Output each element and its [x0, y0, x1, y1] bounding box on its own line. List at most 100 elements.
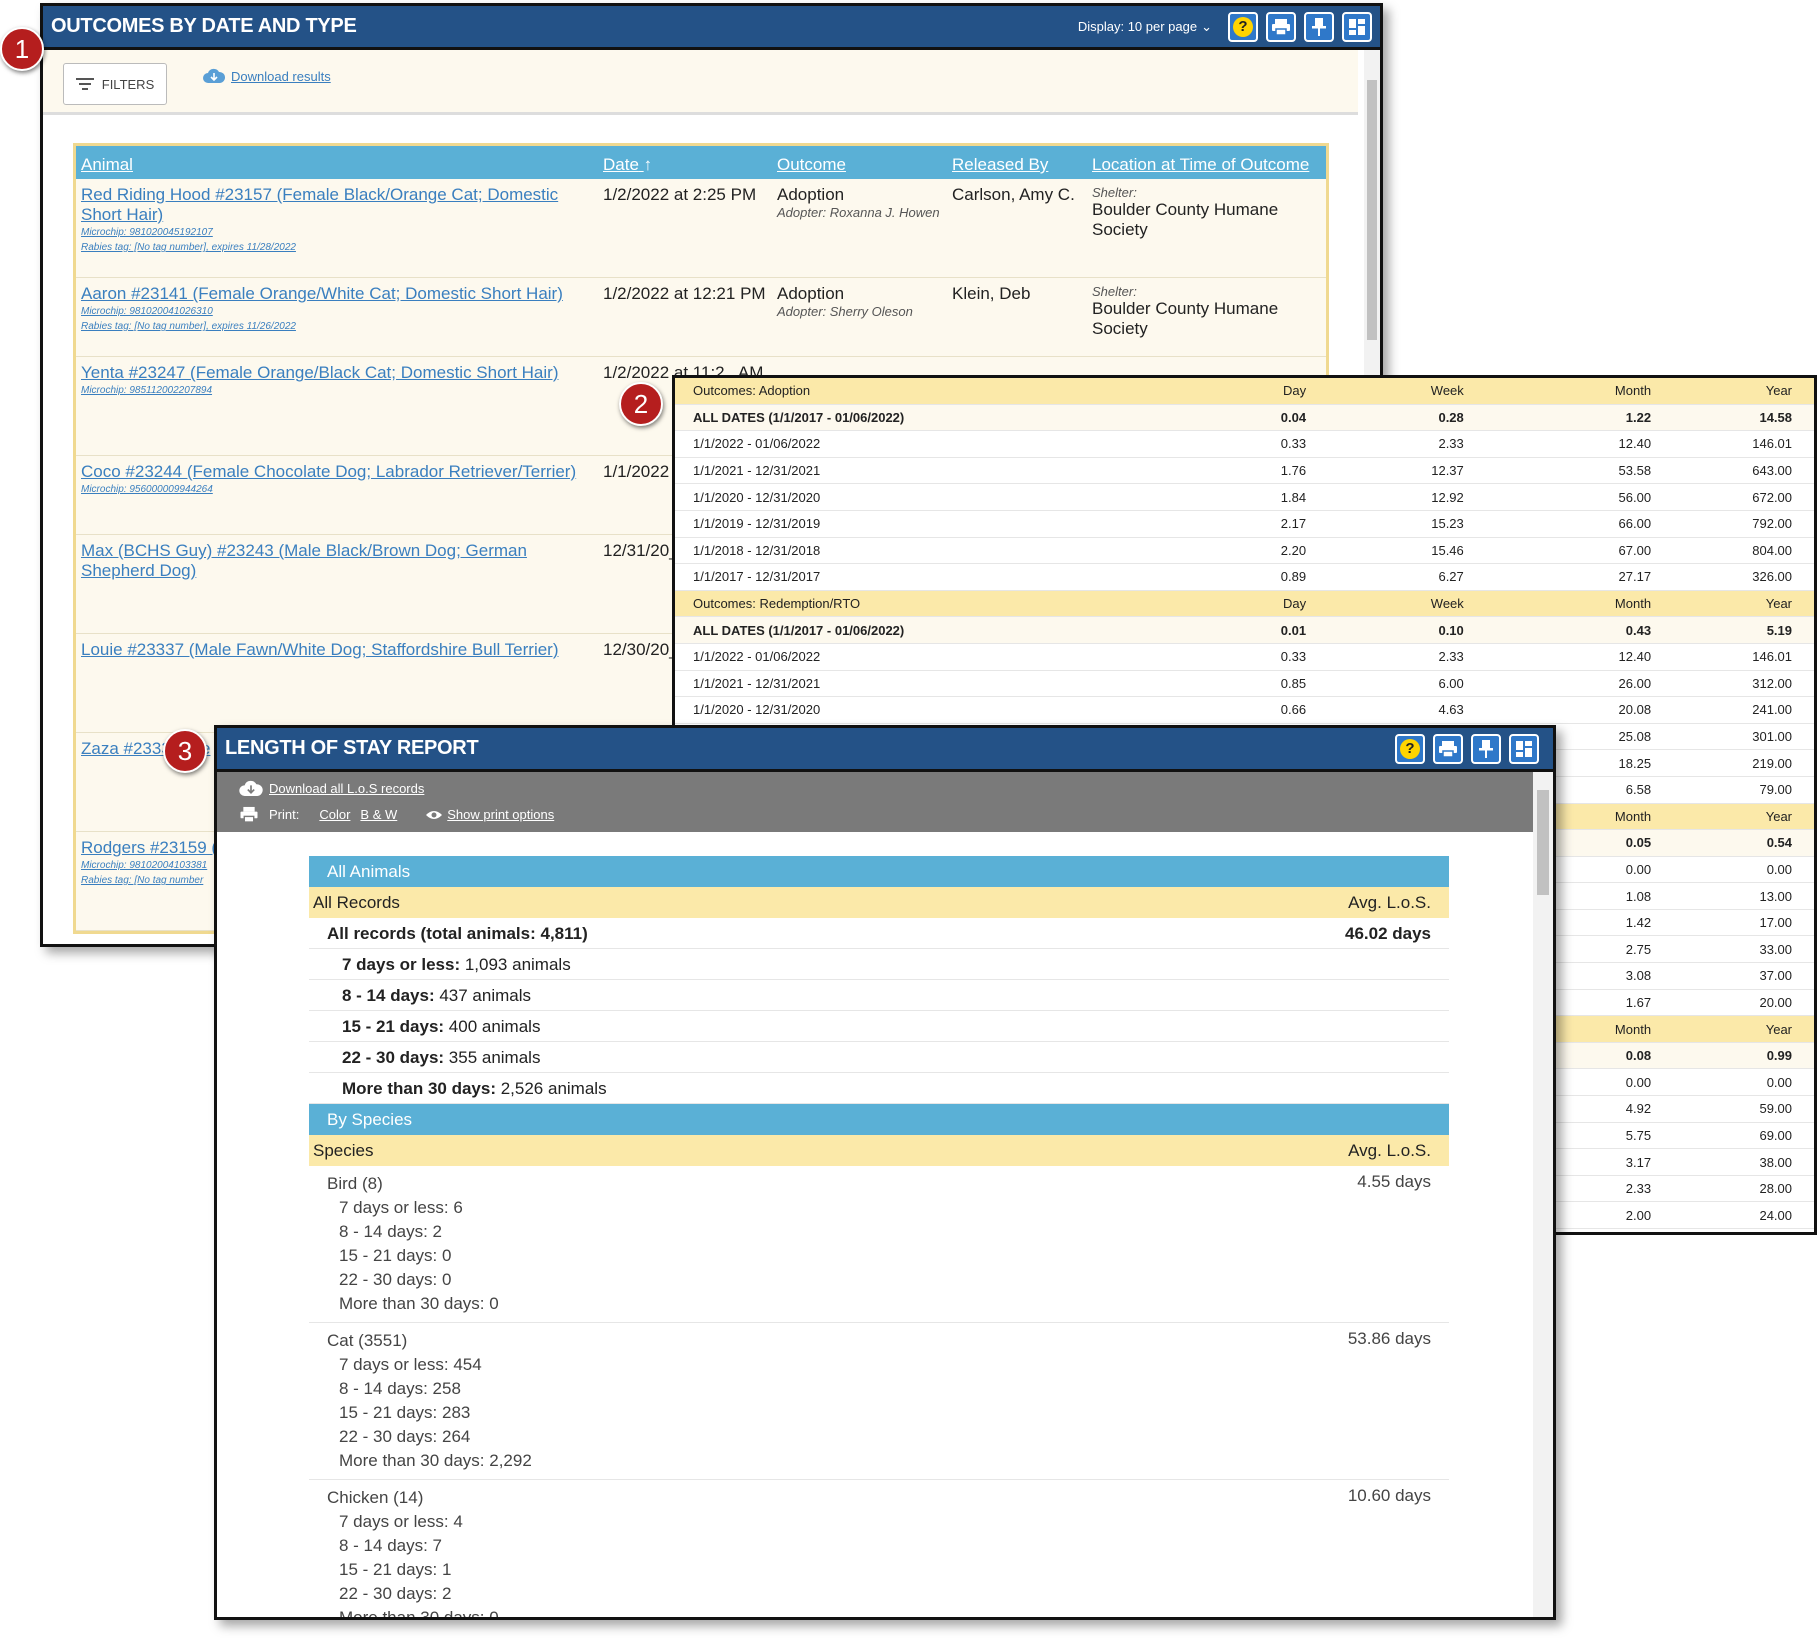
stat-year: Year — [1765, 596, 1793, 612]
col-location[interactable]: Location at Time of Outcome — [1087, 155, 1326, 179]
layout-button[interactable] — [1342, 11, 1372, 42]
stat-year: 312.00 — [1752, 675, 1793, 691]
stat-day: 0.66 — [1280, 702, 1307, 718]
filters-button[interactable]: FILTERS — [63, 63, 167, 105]
stat-year: 672.00 — [1752, 489, 1793, 505]
print-color-link[interactable]: Color — [319, 807, 350, 822]
rabies-link[interactable]: Rabies tag: [No tag number], expires 11/… — [81, 319, 593, 334]
species-bucket: 22 - 30 days: 264 — [339, 1427, 471, 1446]
stat-label: 1/1/2017 - 12/31/2017 — [693, 569, 821, 585]
microchip-link[interactable]: Microchip: 981020041026310 — [81, 304, 593, 319]
stat-all-dates-row: ALL DATES (1/1/2017 - 01/06/2022) 0.01 0.1… — [675, 617, 1814, 644]
show-print-options-label: Show print options — [447, 807, 555, 822]
microchip-link[interactable]: Microchip: 956000009944264 — [81, 482, 593, 497]
los-scrollbar[interactable] — [1533, 772, 1553, 1617]
stat-year: 59.00 — [1759, 1101, 1793, 1117]
stat-year: 146.01 — [1752, 649, 1793, 665]
stat-year: Year — [1765, 808, 1793, 824]
stat-year: Year — [1765, 1021, 1793, 1037]
stat-week: Week — [1430, 596, 1464, 612]
print-options-row: Print: Color B & W Show print options — [239, 806, 554, 823]
bucket-label: More than 30 days: — [342, 1079, 496, 1098]
bucket-count: 400 animals — [444, 1017, 541, 1036]
species-avg: 4.55 days — [1357, 1172, 1431, 1191]
stat-month: 66.00 — [1618, 516, 1652, 532]
outcomes-scrollbar-thumb[interactable] — [1367, 80, 1377, 340]
stat-month: Month — [1614, 383, 1652, 399]
dashboard-layout-icon — [1349, 18, 1365, 35]
help-button[interactable]: ? — [1228, 11, 1258, 42]
stat-label: ALL DATES (1/1/2017 - 01/06/2022) — [693, 409, 905, 425]
animal-link[interactable]: Yenta #23247 (Female Orange/Black Cat; D… — [81, 363, 559, 382]
help-button[interactable]: ? — [1395, 733, 1425, 764]
species-label: Species — [313, 1141, 374, 1160]
download-all-los-link[interactable]: Download all L.o.S records — [239, 780, 424, 797]
bucket-label: 8 - 14 days: — [342, 986, 435, 1005]
stat-label: ALL DATES (1/1/2017 - 01/06/2022) — [693, 622, 905, 638]
stat-label: 1/1/2021 - 12/31/2021 — [693, 675, 821, 691]
col-animal[interactable]: Animal — [76, 155, 598, 179]
stat-month: 27.17 — [1618, 569, 1652, 585]
microchip-link[interactable]: Microchip: 981020045192107 — [81, 225, 593, 240]
stat-year: 804.00 — [1752, 542, 1793, 558]
col-date-label: Date — [603, 155, 639, 174]
species-bucket: 7 days or less: 454 — [339, 1355, 482, 1374]
dashboard-layout-icon — [1516, 740, 1532, 757]
stat-week: 6.00 — [1438, 675, 1464, 691]
cloud-download-icon — [203, 68, 225, 83]
species-header: Species Avg. L.o.S. — [309, 1135, 1449, 1166]
animal-link[interactable]: Red Riding Hood #23157 (Female Black/Ora… — [81, 185, 558, 224]
stat-day: 1.84 — [1280, 489, 1307, 505]
stat-year: Year — [1765, 383, 1793, 399]
all-records-label: All Records — [313, 893, 400, 912]
print-button[interactable] — [1266, 11, 1296, 42]
show-print-options-link[interactable]: Show print options — [425, 807, 554, 822]
display-per-page-select[interactable]: Display: 10 per page ⌄ — [1078, 19, 1212, 35]
animal-link[interactable]: Aaron #23141 (Female Orange/White Cat; D… — [81, 284, 563, 303]
pin-button[interactable] — [1304, 11, 1334, 42]
animal-link[interactable]: Coco #23244 (Female Chocolate Dog; Labra… — [81, 462, 576, 481]
species-bucket: 7 days or less: 6 — [339, 1198, 463, 1217]
filter-bar: FILTERS Download results — [43, 50, 1358, 115]
pin-button[interactable] — [1471, 733, 1501, 764]
stat-month: 1.22 — [1625, 409, 1652, 425]
help-icon: ? — [1400, 738, 1420, 759]
download-results-link[interactable]: Download results — [203, 68, 331, 84]
released-by-cell: Carlson, Amy C. — [952, 185, 1075, 204]
stat-year: 219.00 — [1752, 755, 1793, 771]
animal-link[interactable]: Rodgers #23159 ( — [81, 838, 217, 857]
stat-week: 0.10 — [1438, 622, 1464, 638]
stat-year: 241.00 — [1752, 702, 1793, 718]
stat-year: 38.00 — [1759, 1154, 1793, 1170]
microchip-link[interactable]: Microchip: 985112002207894 — [81, 383, 593, 398]
stat-day: 0.33 — [1280, 436, 1307, 452]
los-report: All Animals All Records Avg. L.o.S. All … — [309, 856, 1449, 1617]
rabies-link[interactable]: Rabies tag: [No tag number], expires 11/… — [81, 240, 593, 255]
print-button[interactable] — [1433, 733, 1463, 764]
section-by-species: By Species — [309, 1104, 1449, 1135]
stat-all-dates-row: ALL DATES (1/1/2017 - 01/06/2022) 0.04 0.2… — [675, 404, 1814, 432]
bucket-label: 15 - 21 days: — [342, 1017, 445, 1036]
stat-header-row: Outcomes: Adoption Day Week Month Year — [675, 378, 1814, 405]
stat-week: 0.28 — [1438, 409, 1464, 425]
animal-link[interactable]: Louie #23337 (Male Fawn/White Dog; Staff… — [81, 640, 559, 659]
animal-link[interactable]: Max (BCHS Guy) #23243 (Male Black/Brown … — [81, 541, 527, 580]
stat-month: 20.08 — [1618, 702, 1652, 718]
stat-year: 24.00 — [1759, 1207, 1793, 1223]
species-block: Bird (8) 7 days or less: 6 8 - 14 days: … — [309, 1166, 1449, 1323]
avg-los-label: Avg. L.o.S. — [1348, 1141, 1431, 1160]
print-bw-link[interactable]: B & W — [360, 807, 397, 822]
col-outcome[interactable]: Outcome — [772, 155, 947, 179]
stat-year: 33.00 — [1759, 941, 1793, 957]
col-released-by[interactable]: Released By — [947, 155, 1087, 179]
stat-day: 2.17 — [1280, 516, 1307, 532]
bucket-label: 7 days or less: — [342, 955, 461, 974]
stat-row: 1/1/2018 - 12/31/2018 2.20 15.46 67.00 804.0… — [675, 538, 1814, 565]
col-date[interactable]: Date ↑ — [598, 155, 772, 179]
total-records-label: All records (total animals: 4,811) — [327, 924, 588, 943]
species-name: Bird (8) — [327, 1174, 383, 1193]
layout-button[interactable] — [1509, 733, 1539, 764]
location-label: Shelter: — [1092, 284, 1137, 299]
stat-row: 1/1/2021 - 12/31/2021 1.76 12.37 53.58 643.0… — [675, 458, 1814, 485]
los-scrollbar-thumb[interactable] — [1537, 790, 1549, 895]
